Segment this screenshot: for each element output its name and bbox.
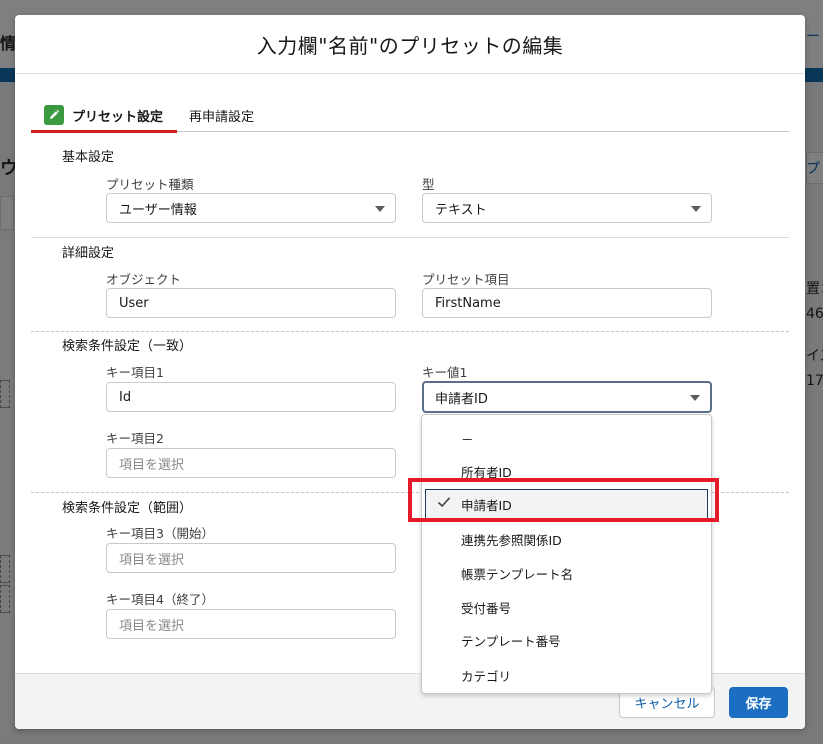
dropdown-option[interactable]: カテゴリ — [422, 660, 711, 690]
key3-label: キー項目3（開始） — [106, 526, 214, 541]
section-divider — [31, 237, 789, 238]
key1-value: Id — [119, 389, 132, 405]
object-value: User — [119, 295, 149, 311]
section-title-basic: 基本設定 — [62, 150, 115, 165]
tab-bar: プリセット設定 再申請設定 — [31, 100, 789, 133]
key1-label: キー項目1 — [106, 365, 164, 380]
preset-type-label: プリセット種類 — [106, 177, 194, 192]
key4-placeholder: 項目を選択 — [119, 618, 185, 634]
key2-label: キー項目2 — [106, 431, 164, 446]
pencil-icon — [44, 105, 64, 125]
keyvalue1-select[interactable]: 申請者ID — [422, 381, 712, 413]
save-button[interactable]: 保存 — [729, 687, 788, 718]
dropdown-option[interactable]: テンプレート番号 — [422, 625, 711, 655]
tab-reapply-settings[interactable]: 再申請設定 — [189, 100, 254, 131]
dropdown-option[interactable]: 連携先参照関係ID — [422, 524, 711, 554]
section-title-detail: 詳細設定 — [62, 246, 115, 261]
preset-type-select[interactable]: ユーザー情報 — [106, 193, 396, 223]
option-label: 連携先参照関係ID — [461, 532, 562, 548]
key3-placeholder: 項目を選択 — [119, 552, 185, 568]
dropdown-option[interactable]: － — [422, 423, 711, 453]
chevron-down-icon — [690, 395, 700, 401]
type-value: テキスト — [435, 202, 487, 218]
section-title-search-range: 検索条件設定（範囲） — [62, 501, 193, 516]
dropdown-option[interactable]: 帳票テンプレート名 — [422, 558, 711, 588]
key2-placeholder: 項目を選択 — [119, 457, 185, 473]
keyvalue1-value: 申請者ID — [435, 391, 488, 407]
dropdown-option[interactable]: 所有者ID — [422, 456, 711, 486]
key1-field[interactable]: Id — [106, 382, 396, 412]
keyvalue1-label: キー値1 — [422, 365, 468, 380]
tab-label: 再申請設定 — [189, 110, 255, 125]
modal-title: 入力欄"名前"のプリセットの編集 — [256, 33, 564, 58]
preset-item-field[interactable]: FirstName — [422, 288, 712, 318]
type-select[interactable]: テキスト — [422, 193, 712, 223]
preset-item-label: プリセット項目 — [422, 272, 510, 287]
section-divider-dashed — [31, 331, 789, 332]
option-label: 所有者ID — [461, 464, 512, 480]
option-label: 受付番号 — [461, 600, 512, 616]
tab-preset-settings[interactable]: プリセット設定 — [31, 100, 177, 133]
chevron-down-icon — [691, 206, 701, 212]
option-label: カテゴリ — [461, 668, 512, 684]
section-title-search-exact: 検索条件設定（一致） — [62, 339, 193, 354]
option-label: テンプレート番号 — [461, 633, 561, 649]
key3-field[interactable]: 項目を選択 — [106, 543, 396, 573]
dropdown-option-selected[interactable]: 申請者ID — [425, 489, 708, 519]
object-field[interactable]: User — [106, 288, 396, 318]
option-label: 帳票テンプレート名 — [461, 566, 574, 582]
chevron-down-icon — [375, 206, 385, 212]
preset-item-value: FirstName — [435, 295, 501, 311]
key4-label: キー項目4（終了） — [106, 592, 214, 607]
type-label: 型 — [422, 177, 435, 192]
dropdown-option[interactable]: 受付番号 — [422, 592, 711, 622]
option-label: － — [461, 431, 474, 447]
object-label: オブジェクト — [106, 272, 182, 287]
modal-header: 入力欄"名前"のプリセットの編集 — [15, 15, 805, 74]
keyvalue1-dropdown-list: － 所有者ID 申請者ID 連携先参照関係ID 帳票テンプレート名 受付番号 テ… — [421, 414, 712, 694]
tab-label: プリセット設定 — [72, 109, 164, 125]
key2-field[interactable]: 項目を選択 — [106, 448, 396, 478]
check-icon — [437, 497, 451, 508]
preset-type-value: ユーザー情報 — [119, 202, 197, 218]
option-label: 申請者ID — [461, 497, 512, 513]
key4-field[interactable]: 項目を選択 — [106, 609, 396, 639]
